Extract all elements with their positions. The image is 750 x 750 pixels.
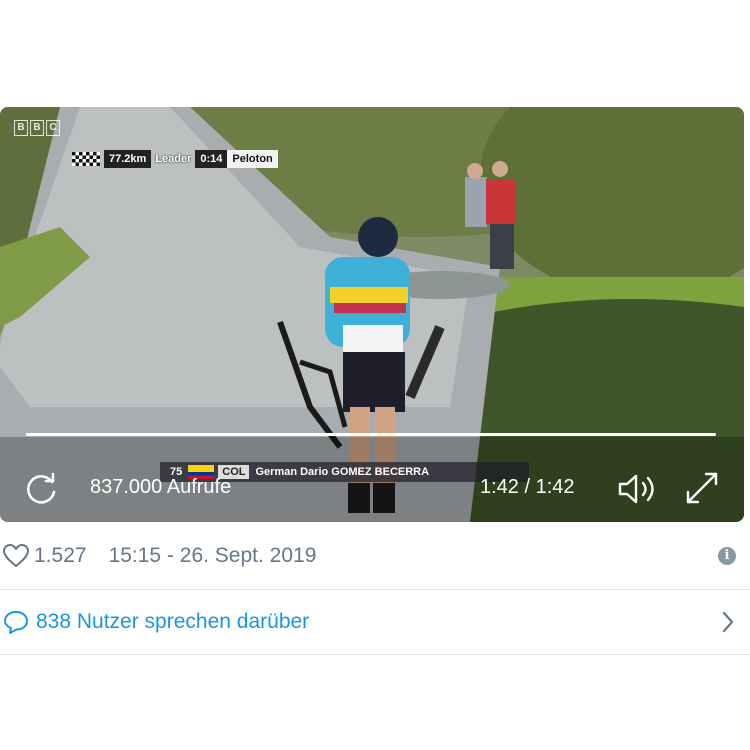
rider-name: German Dario GOMEZ BECERRA (255, 466, 430, 478)
playback-time: 1:42 / 1:42 (480, 476, 575, 498)
broadcaster-letter: B (14, 120, 28, 136)
conversation-link[interactable]: 838 Nutzer sprechen darüber (0, 600, 750, 644)
fullscreen-icon[interactable] (682, 470, 722, 508)
broadcaster-letter: C (46, 120, 60, 136)
tweet-stats: 1.527 15:15 - 26. Sept. 2019 i (0, 540, 750, 572)
race-distance: 77.2km (104, 150, 152, 168)
heart-icon[interactable] (2, 543, 30, 569)
gap-time: 0:14 (195, 150, 228, 168)
divider (0, 589, 750, 590)
info-icon[interactable]: i (718, 547, 736, 565)
conversation-count[interactable]: 838 Nutzer sprechen darüber (36, 610, 309, 634)
chevron-right-icon[interactable] (720, 610, 736, 634)
progress-bar[interactable] (26, 433, 716, 436)
like-count[interactable]: 1.527 (34, 544, 87, 568)
tweet-timestamp[interactable]: 15:15 - 26. Sept. 2019 (109, 544, 317, 568)
speech-bubble-icon (4, 611, 28, 634)
broadcaster-logo: B B C (14, 120, 60, 136)
peloton-label: Peloton (227, 150, 278, 168)
volume-icon[interactable] (616, 470, 662, 508)
view-count: 837.000 Aufrufe (90, 476, 232, 498)
video-frame (0, 107, 744, 522)
broadcaster-letter: B (30, 120, 44, 136)
checkered-flag-icon (72, 152, 100, 166)
replay-icon[interactable] (22, 470, 60, 508)
leader-label: Leader (155, 153, 192, 165)
divider (0, 654, 750, 655)
race-info-overlay: 77.2km Leader 0:14 Peloton (72, 150, 278, 168)
video-player[interactable]: B B C 77.2km Leader 0:14 Peloton 75 COL … (0, 107, 744, 522)
